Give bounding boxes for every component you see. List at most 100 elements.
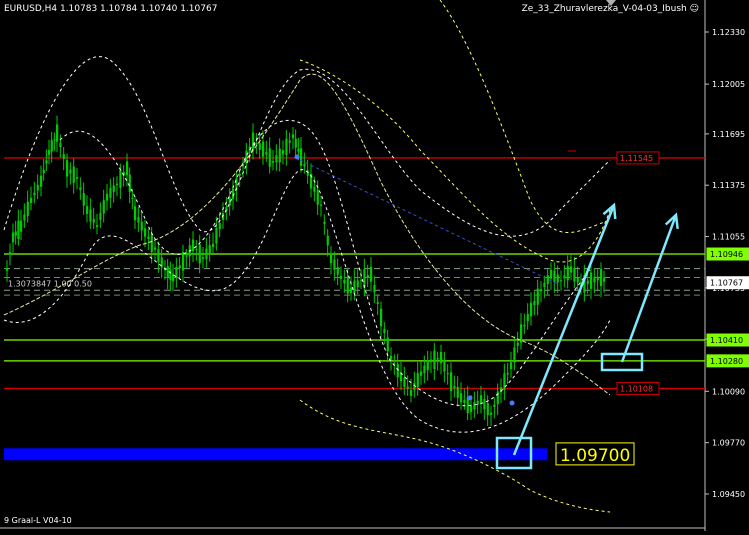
candle-body [169,269,172,281]
candle-body [116,183,119,186]
candle-body [36,184,39,191]
candle-body [102,200,105,214]
candle-body [600,268,603,286]
candle-body [493,404,496,408]
candle-body [330,253,333,264]
candle-body [175,266,178,278]
price-tick-label: 1.09450 [712,490,745,499]
candle-body [252,132,255,150]
candle-body [530,302,533,317]
candle-body [543,282,546,287]
candle-body [463,399,466,404]
candle-body [62,154,65,160]
candle-body [470,405,473,413]
candle-body [14,231,17,236]
candle-body [416,372,419,388]
candle-body [556,274,559,283]
candle-body [76,177,79,179]
candle-body [288,140,291,143]
candle-body [86,206,89,214]
candle-body [208,245,211,255]
candle-body [109,188,112,198]
candle-body [23,214,26,221]
candle-body [490,412,493,415]
candle-body [336,267,339,275]
candle-body [185,255,188,257]
candle-body [278,148,281,163]
price-chart[interactable]: 1.12330 1.12005 1.11695 1.11375 1.11055 1.107… [0,0,749,531]
candle-body [573,267,576,282]
candle-body [128,174,131,193]
candle-body [140,221,143,231]
candle-body [53,139,56,141]
candle-body [363,269,366,288]
candle-body [297,148,300,152]
candle-body [350,287,353,293]
candle-body [596,276,599,281]
candle-body [268,148,271,167]
candle-body [563,275,566,279]
candle-body [218,223,221,230]
candle-body [137,216,140,223]
outer-envelope-lower [3,169,611,433]
candle-body [12,232,15,243]
candle-body [42,170,45,174]
candle-body [285,138,288,156]
candle-body [20,220,23,232]
candle-body [166,266,169,279]
candles-group [6,115,606,427]
candle-body [423,365,426,374]
candle-body [593,276,596,283]
candle-body [69,169,72,174]
candle-body [89,209,92,222]
candle-body [26,201,29,217]
candle-body [333,259,336,270]
price-tick-label: 1.10090 [712,387,745,396]
shift-marker-icon[interactable] [606,0,616,6]
candle-body [430,359,433,363]
green-2-price-label: 1.10410 [710,336,743,345]
candle-body [443,359,446,372]
pivot-marker [294,154,300,160]
moving-average-line [3,73,611,396]
green-3-price-label: 1.10280 [710,357,743,366]
candle-body [376,302,379,305]
candle-body [436,358,439,360]
symbol-info: EURUSD,H4 1.10783 1.10784 1.10740 1.1076… [4,4,218,14]
candle-body [480,395,483,404]
candle-body [566,266,569,281]
candle-body [380,308,383,327]
support-price-label: 1.10108 [620,384,653,393]
outer-envelope-upper [3,56,611,237]
candle-body [390,355,393,360]
candle-body [154,247,157,250]
resistance-price-label: 1.11545 [620,154,653,163]
candle-body [99,213,102,220]
candle-body [40,175,43,187]
candle-body [433,350,436,370]
candle-body [536,288,539,305]
candle-body [272,161,275,163]
candle-body [323,221,326,224]
candle-body [195,249,198,251]
candle-body [262,141,265,157]
candle-body [172,273,175,282]
candle-body [476,400,479,405]
candle-body [450,372,453,392]
candle-body [300,148,303,166]
price-tick-label: 1.11055 [712,233,745,242]
candle-body [420,371,423,376]
target-price-label: 1.09700 [560,446,630,466]
chart-canvas[interactable]: 1.12330 1.12005 1.11695 1.11375 1.11055 1.107… [0,0,749,531]
footer-label: 9 Graal-L V04-10 [4,516,72,525]
candle-body [546,275,549,284]
candle-body [48,149,51,155]
candle-body [50,140,53,152]
candle-body [294,138,297,148]
pivot-marker [509,400,515,406]
candle-body [486,402,489,415]
candle-body [510,362,513,370]
indicator-name-text: Ze_33_Zhuravlerezka_V-04-03_Ibush [521,4,687,14]
yellow-band-upper [299,59,611,263]
candle-body [238,173,241,176]
